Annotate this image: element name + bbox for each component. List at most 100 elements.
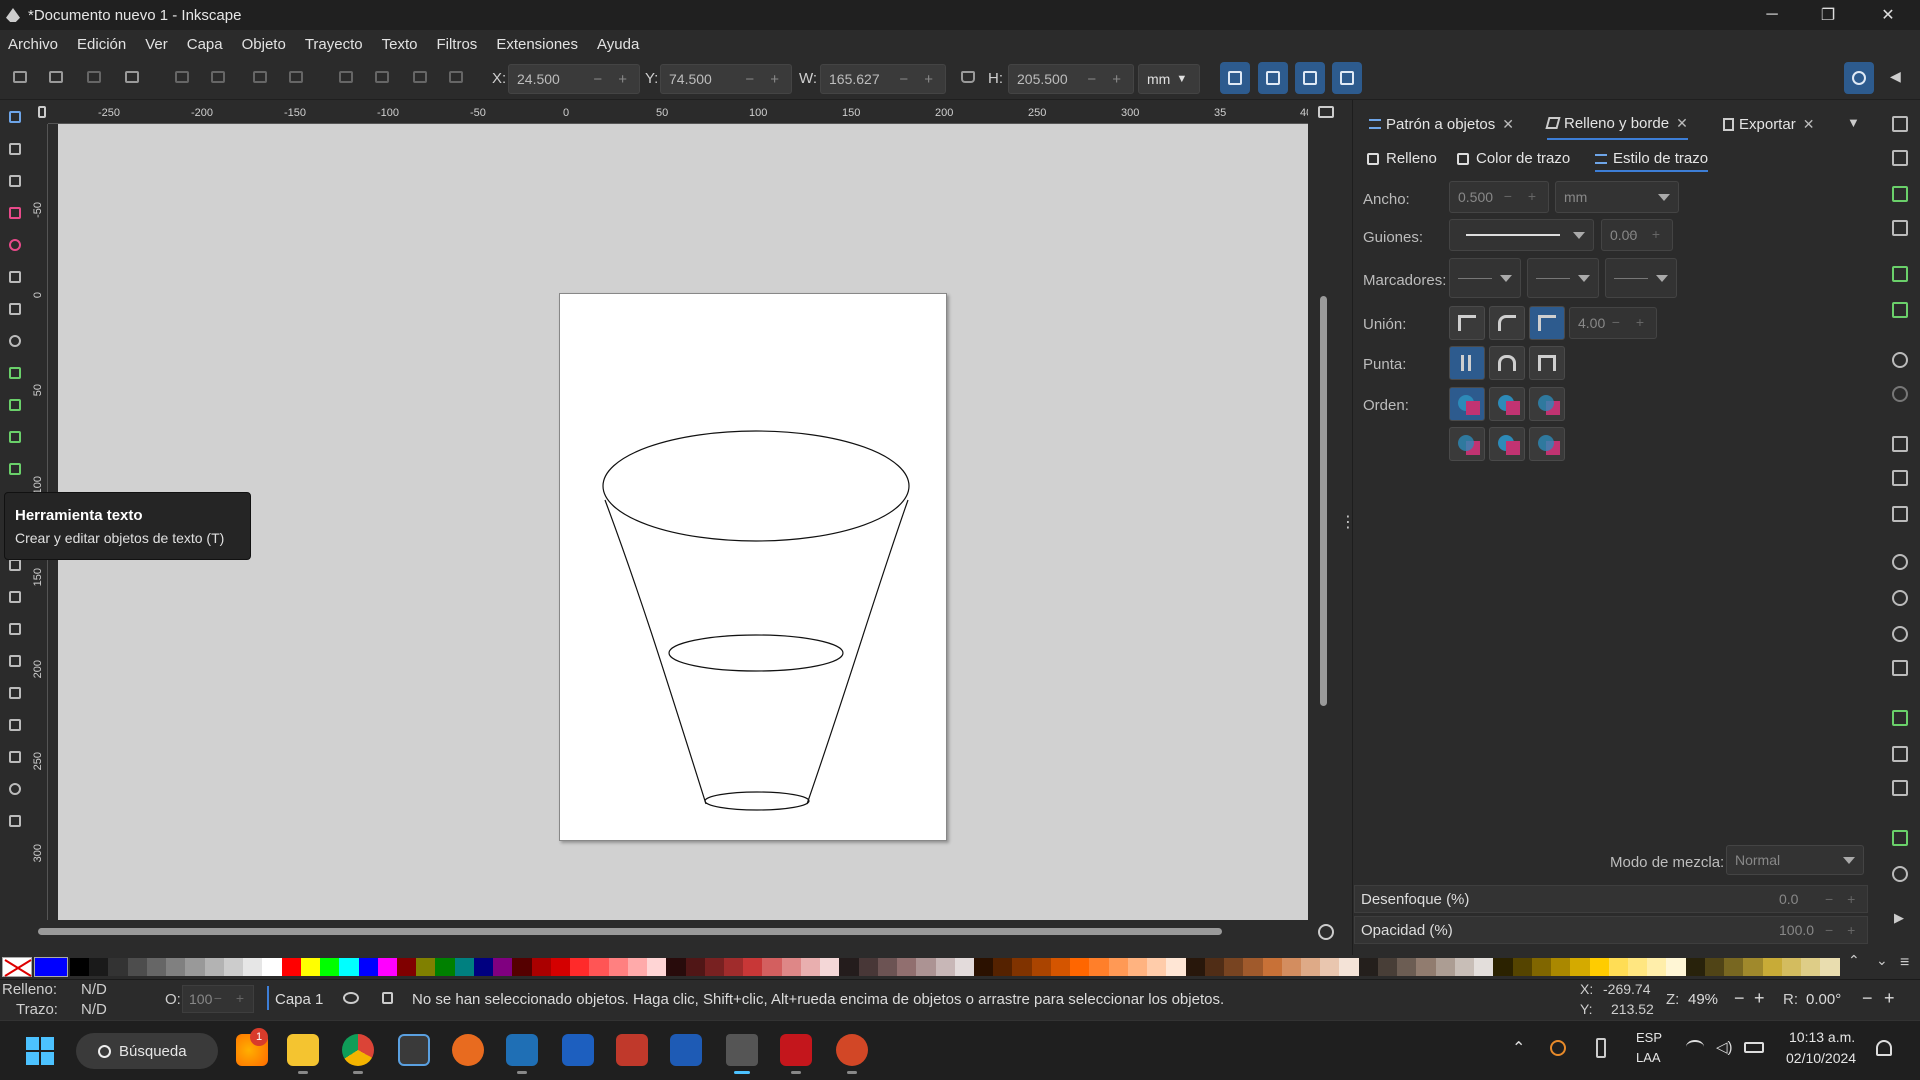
start-marker-select[interactable] (1449, 258, 1521, 298)
opacity-status-input[interactable]: 100− + (182, 985, 254, 1013)
palette-swatch[interactable] (1608, 958, 1628, 976)
palette-swatch[interactable] (666, 958, 686, 976)
clock-time[interactable]: 10:13 a.m. (1789, 1029, 1855, 1045)
w-field[interactable]: 165.627 − + (820, 64, 946, 94)
toggle-bbox-icon[interactable] (122, 68, 142, 86)
palette-swatch[interactable] (1377, 958, 1398, 976)
h-field[interactable]: 205.500 − + (1008, 64, 1134, 94)
paint-order-markers-stroke-fill-icon[interactable] (1529, 427, 1565, 461)
zoom-drawing-icon[interactable] (1892, 590, 1908, 606)
language-code[interactable]: ESP (1636, 1030, 1662, 1045)
open-file-icon[interactable] (1892, 150, 1908, 166)
palette-swatch[interactable] (1531, 958, 1552, 976)
palette-swatch[interactable] (1762, 958, 1782, 976)
miter-limit-stepper[interactable]: − + (1612, 314, 1650, 330)
text-tool-icon[interactable] (6, 460, 24, 478)
palette-swatch[interactable] (300, 958, 321, 976)
join-bevel-icon[interactable] (1449, 306, 1485, 340)
palette-swatch[interactable] (377, 958, 397, 976)
box3d-tool-icon[interactable] (6, 300, 24, 318)
display-mode-icon[interactable] (1318, 106, 1334, 118)
tab-fill-stroke[interactable]: Relleno y borde ✕ (1545, 108, 1688, 140)
palette-swatch[interactable] (858, 958, 878, 976)
palette-swatch[interactable] (1185, 958, 1205, 976)
palette-swatch[interactable] (1512, 958, 1532, 976)
palette-swatch[interactable] (1397, 958, 1417, 976)
print-icon[interactable] (1892, 220, 1908, 236)
kile-icon[interactable] (562, 1034, 594, 1066)
miter-limit-input[interactable]: 4.00 − + (1569, 307, 1657, 339)
palette-swatch[interactable] (1454, 958, 1475, 976)
palette-swatch[interactable] (1781, 958, 1802, 976)
palette-swatch[interactable] (839, 958, 859, 976)
palette-swatch[interactable] (1089, 958, 1109, 976)
x-field[interactable]: 24.500 − + (508, 64, 640, 94)
paint-order-fill-markers-stroke-icon[interactable] (1529, 387, 1565, 421)
glass-rim-ellipse[interactable] (602, 430, 910, 542)
glass-drawing[interactable] (560, 294, 948, 842)
palette-swatch[interactable] (243, 958, 263, 976)
join-round-icon[interactable] (1489, 306, 1525, 340)
close-tab-icon[interactable]: ✕ (1502, 116, 1514, 133)
palette-swatch[interactable] (589, 958, 609, 976)
palette-swatch[interactable] (1281, 958, 1301, 976)
current-layer[interactable]: Capa 1 (275, 991, 323, 1008)
palette-swatch[interactable] (1801, 958, 1821, 976)
palette-swatch[interactable] (146, 958, 167, 976)
taskbar-search[interactable]: Búsqueda (76, 1033, 218, 1069)
palette-menu-icon[interactable]: ≡ (1900, 954, 1909, 972)
palette-swatch[interactable] (1685, 958, 1705, 976)
liquid-surface-ellipse[interactable] (668, 634, 844, 672)
menu-trayecto[interactable]: Trayecto (305, 36, 363, 53)
palette-swatch[interactable] (608, 958, 628, 976)
zoom-tool-icon[interactable] (6, 780, 24, 798)
palette-swatch[interactable] (166, 958, 186, 976)
node-tool-icon[interactable] (6, 140, 24, 158)
palette-swatch[interactable] (320, 958, 340, 976)
palette-swatch[interactable] (1589, 958, 1609, 976)
no-paint-swatch[interactable] (2, 957, 32, 977)
opacity-slider[interactable]: Opacidad (%) 100.0 − + (1354, 916, 1868, 944)
pen-tool-icon[interactable] (6, 364, 24, 382)
palette-swatch[interactable] (262, 958, 282, 976)
y-stepper[interactable]: − + (745, 71, 785, 88)
palette-swatch[interactable] (1012, 958, 1032, 976)
rotation-value[interactable]: 0.00° (1806, 991, 1841, 1008)
current-color-swatch[interactable] (34, 957, 68, 977)
menu-extensiones[interactable]: Extensiones (496, 36, 578, 53)
palette-swatch[interactable] (223, 958, 244, 976)
file-explorer-icon[interactable] (287, 1034, 319, 1074)
glass-right-side[interactable] (806, 499, 909, 805)
palette-swatch[interactable] (1666, 958, 1686, 976)
menu-capa[interactable]: Capa (187, 36, 223, 53)
calligraphy-tool-icon[interactable] (6, 428, 24, 446)
minimize-button[interactable]: ─ (1744, 0, 1800, 30)
palette-swatch[interactable] (993, 958, 1013, 976)
connector-tool-icon[interactable] (6, 716, 24, 734)
palette-swatch[interactable] (127, 958, 147, 976)
vertical-scrollbar[interactable] (1320, 296, 1327, 706)
w-stepper[interactable]: − + (899, 71, 939, 88)
menu-archivo[interactable]: Archivo (8, 36, 58, 53)
y-field[interactable]: 74.500 − + (660, 64, 792, 94)
subtab-fill[interactable]: Relleno (1367, 150, 1437, 167)
tab-export[interactable]: Exportar ✕ (1723, 108, 1814, 140)
subtab-stroke-paint[interactable]: Color de trazo (1457, 150, 1570, 167)
cut-icon[interactable] (1892, 470, 1908, 486)
blur-slider[interactable]: Desenfoque (%) 0.0 − + (1354, 885, 1868, 913)
lock-icon[interactable] (958, 68, 978, 86)
palette-swatch[interactable] (89, 958, 109, 976)
mid-marker-select[interactable] (1527, 258, 1599, 298)
new-document-icon[interactable] (1892, 116, 1908, 132)
rotate-cw-icon[interactable] (208, 68, 228, 86)
deselect-icon[interactable] (84, 68, 104, 86)
app-orange-icon[interactable] (452, 1034, 484, 1066)
palette-swatch[interactable] (1127, 958, 1148, 976)
shapes-builder-icon[interactable] (6, 172, 24, 190)
palette-swatch[interactable] (454, 958, 474, 976)
palette-swatch[interactable] (704, 958, 724, 976)
subtab-stroke-style[interactable]: Estilo de trazo (1595, 150, 1709, 172)
lock-guides-icon[interactable] (38, 106, 46, 118)
palette-swatch[interactable] (396, 958, 417, 976)
cap-square-icon[interactable] (1529, 346, 1565, 380)
